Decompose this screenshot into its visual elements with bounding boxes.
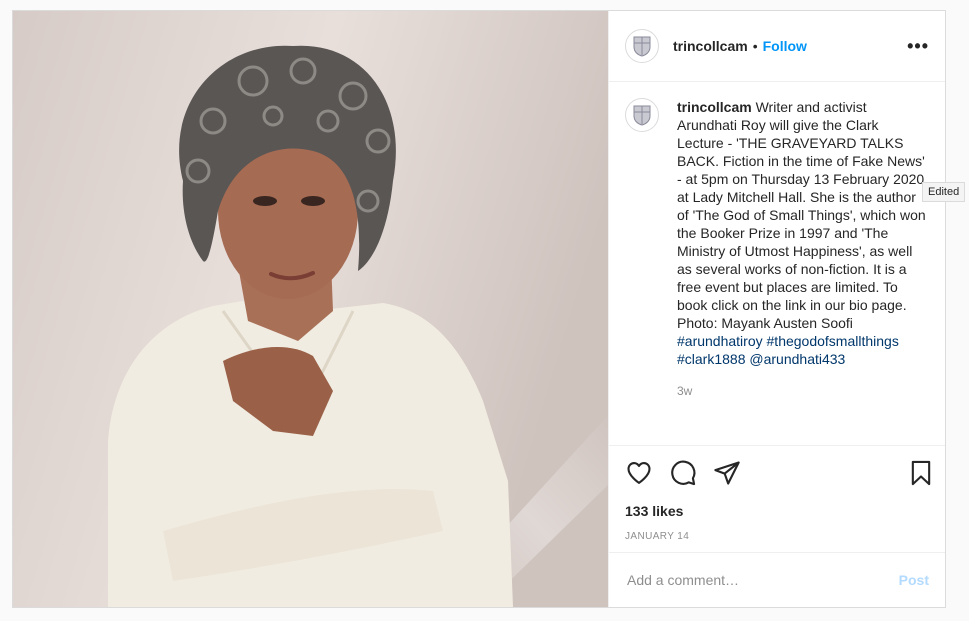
comment-icon[interactable] [669, 459, 697, 487]
caption-text: trincollcam Writer and activist Arundhat… [677, 98, 929, 368]
college-crest-icon [633, 105, 651, 126]
post-age[interactable]: 3w [677, 384, 929, 398]
comment-row: Post [609, 552, 945, 607]
caption-avatar[interactable] [625, 98, 659, 132]
hashtag-link[interactable]: #thegodofsmallthings [767, 333, 899, 349]
caption-content: Writer and activist Arundhati Roy will g… [677, 99, 926, 331]
bookmark-icon[interactable] [907, 459, 935, 487]
header-username[interactable]: trincollcam [673, 38, 748, 54]
likes-count[interactable]: 133 likes [609, 499, 945, 519]
action-bar [609, 445, 945, 499]
hashtag-link[interactable]: #clark1888 [677, 351, 746, 367]
hashtag-link[interactable]: #arundhatiroy [677, 333, 763, 349]
caption-area: trincollcam Writer and activist Arundhat… [609, 82, 945, 445]
post-card: trincollcam • Follow ••• trincollcam Wri… [12, 10, 966, 608]
caption-body: trincollcam Writer and activist Arundhat… [677, 98, 929, 445]
mention-link[interactable]: @arundhati433 [749, 351, 845, 367]
header-separator: • [752, 38, 758, 54]
header-avatar[interactable] [625, 29, 659, 63]
college-crest-icon [633, 36, 651, 57]
post-header: trincollcam • Follow ••• [609, 11, 945, 82]
caption-username[interactable]: trincollcam [677, 99, 752, 115]
post-photo[interactable] [13, 11, 608, 607]
share-icon[interactable] [713, 459, 741, 487]
follow-button[interactable]: Follow [763, 38, 807, 54]
edited-tooltip: Edited [922, 182, 966, 202]
post-comment-button[interactable]: Post [899, 572, 929, 588]
post-date: JANUARY 14 [625, 531, 690, 542]
post-side-panel: trincollcam • Follow ••• trincollcam Wri… [608, 11, 966, 607]
comment-input[interactable] [625, 571, 899, 589]
heart-icon[interactable] [625, 459, 653, 487]
more-options-button[interactable]: ••• [907, 36, 929, 57]
portrait-illustration [13, 11, 608, 607]
